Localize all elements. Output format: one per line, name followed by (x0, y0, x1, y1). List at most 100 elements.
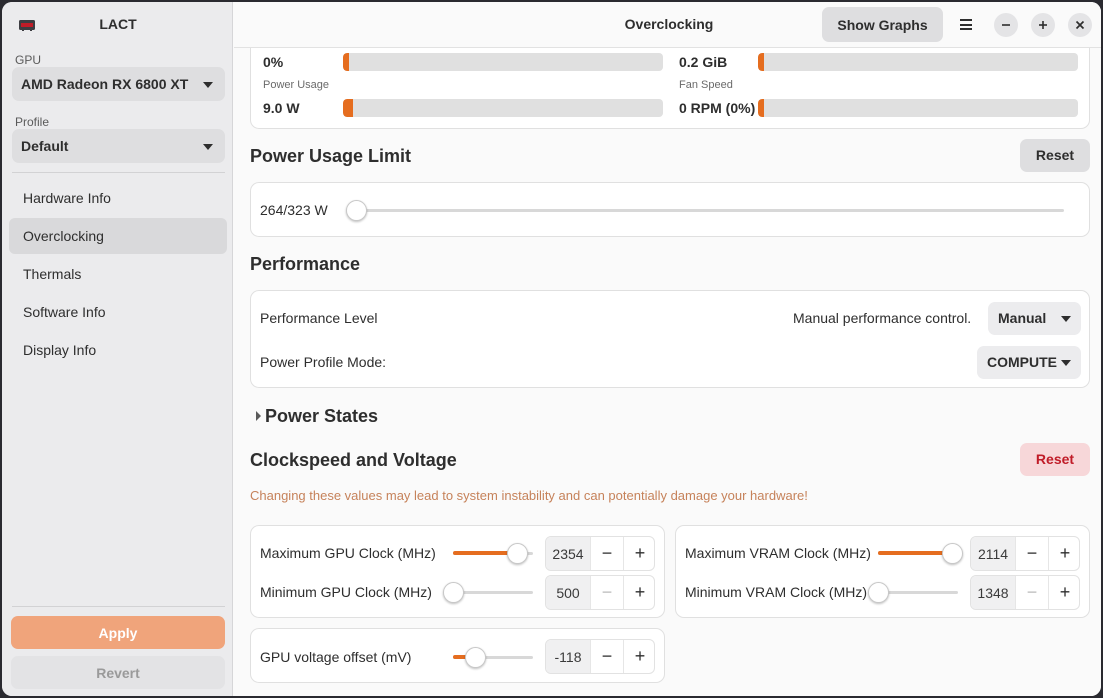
sidebar-nav: Hardware Info Overclocking Thermals Soft… (9, 180, 227, 370)
clocks-reset-button[interactable]: Reset (1020, 443, 1090, 476)
power-usage-value: 9.0 W (263, 100, 300, 116)
power-limit-card: 264/323 W (250, 182, 1090, 237)
sidebar: LACT GPU AMD Radeon RX 6800 XT Profile D… (2, 2, 233, 696)
profile-dropdown[interactable]: Default (12, 129, 225, 163)
divider (12, 172, 225, 173)
power-limit-reset-button[interactable]: Reset (1020, 139, 1090, 172)
power-profile-mode-dropdown[interactable]: COMPUTE (977, 346, 1081, 379)
min-gpu-clock-input[interactable]: 500 (546, 576, 590, 609)
min-vram-clock-input[interactable]: 1348 (971, 576, 1015, 609)
min-gpu-clock-track[interactable] (453, 591, 533, 594)
power-profile-mode-value: COMPUTE (987, 354, 1057, 370)
performance-level-dropdown[interactable]: Manual (988, 302, 1081, 335)
max-gpu-clock-knob[interactable] (507, 543, 528, 564)
max-gpu-clock-label: Maximum GPU Clock (MHz) (260, 545, 436, 561)
chevron-down-icon (1061, 316, 1071, 322)
main-pane: 0% 0.2 GiB Power Usage 9.0 W Fan Speed 0… (234, 2, 1101, 696)
performance-title: Performance (250, 254, 361, 274)
fan-speed-label: Fan Speed (679, 79, 733, 91)
plus-icon[interactable]: + (1048, 576, 1079, 609)
voltage-offset-spinbutton[interactable]: -118 − + (545, 639, 655, 674)
revert-button[interactable]: Revert (11, 656, 225, 689)
performance-level-label: Performance Level (260, 310, 378, 326)
max-vram-clock-label: Maximum VRAM Clock (MHz) (685, 545, 871, 561)
min-gpu-clock-label: Minimum GPU Clock (MHz) (260, 584, 432, 600)
sidebar-header: LACT (2, 2, 232, 48)
vram-bar (758, 53, 1078, 71)
apply-button[interactable]: Apply (11, 616, 225, 649)
fan-speed-value: 0 RPM (0%) (679, 100, 756, 116)
power-usage-bar-fill (343, 99, 353, 117)
power-limit-slider-knob[interactable] (346, 200, 367, 221)
sidebar-item-overclocking[interactable]: Overclocking (9, 218, 227, 254)
plus-icon[interactable]: + (1048, 537, 1079, 570)
minus-icon[interactable]: − (590, 576, 623, 609)
vram-clock-card: Maximum VRAM Clock (MHz) 2114 − + Minimu… (675, 525, 1090, 618)
power-limit-value: 264/323 W (260, 202, 328, 218)
min-vram-clock-track[interactable] (878, 591, 958, 594)
minus-icon[interactable]: − (1015, 576, 1048, 609)
power-states-expander[interactable]: Power States (254, 405, 394, 429)
min-vram-clock-label: Minimum VRAM Clock (MHz) (685, 584, 867, 600)
sidebar-item-hardware-info[interactable]: Hardware Info (9, 180, 227, 216)
plus-icon[interactable]: + (623, 537, 654, 570)
clocks-title: Clockspeed and Voltage (250, 450, 457, 470)
show-graphs-button[interactable]: Show Graphs (822, 7, 943, 42)
voltage-offset-knob[interactable] (465, 647, 486, 668)
maximize-icon[interactable] (1031, 13, 1055, 37)
performance-level-hint: Manual performance control. (793, 310, 972, 326)
power-limit-title: Power Usage Limit (250, 146, 412, 166)
power-usage-bar (343, 99, 663, 117)
power-usage-label: Power Usage (263, 79, 330, 91)
gpu-usage-value: 0% (263, 54, 284, 70)
divider (12, 606, 225, 607)
profile-dropdown-value: Default (21, 138, 69, 154)
fan-speed-bar-fill (758, 99, 764, 117)
max-gpu-clock-spinbutton[interactable]: 2354 − + (545, 536, 655, 571)
minus-icon[interactable]: − (1015, 537, 1048, 570)
header-bar: Overclocking Show Graphs (234, 2, 1101, 48)
plus-icon[interactable]: + (623, 576, 654, 609)
gpu-dropdown[interactable]: AMD Radeon RX 6800 XT (12, 67, 225, 101)
sidebar-item-label: Overclocking (23, 228, 104, 244)
min-vram-clock-knob[interactable] (868, 582, 889, 603)
minimize-icon[interactable] (994, 13, 1018, 37)
min-vram-clock-spinbutton[interactable]: 1348 − + (970, 575, 1080, 610)
vram-bar-fill (758, 53, 764, 71)
app-title: LACT (99, 16, 137, 32)
overclocking-page[interactable]: 0% 0.2 GiB Power Usage 9.0 W Fan Speed 0… (234, 2, 1101, 696)
gpu-clock-card: Maximum GPU Clock (MHz) 2354 − + Minimum… (250, 525, 665, 618)
performance-card: Performance Level Manual performance con… (250, 290, 1090, 388)
min-gpu-clock-spinbutton[interactable]: 500 − + (545, 575, 655, 610)
app-window: LACT GPU AMD Radeon RX 6800 XT Profile D… (2, 2, 1101, 696)
gpu-usage-bar (343, 53, 663, 71)
close-icon[interactable] (1068, 13, 1092, 37)
voltage-offset-input[interactable]: -118 (546, 640, 590, 673)
hamburger-menu-icon[interactable] (960, 19, 972, 30)
sidebar-item-label: Display Info (23, 342, 97, 358)
minus-icon[interactable]: − (590, 537, 623, 570)
profile-label: Profile (15, 115, 50, 129)
fan-speed-bar (758, 99, 1078, 117)
voltage-offset-label: GPU voltage offset (mV) (260, 649, 412, 665)
performance-level-value: Manual (998, 310, 1047, 326)
max-gpu-clock-input[interactable]: 2354 (546, 537, 590, 570)
sidebar-item-software-info[interactable]: Software Info (9, 294, 227, 330)
power-limit-slider-track[interactable] (347, 209, 1064, 212)
sidebar-item-label: Software Info (23, 304, 106, 320)
clocks-warning: Changing these values may lead to system… (250, 488, 808, 503)
gpu-dropdown-value: AMD Radeon RX 6800 XT (21, 76, 189, 92)
minus-icon[interactable]: − (590, 640, 623, 673)
max-vram-clock-spinbutton[interactable]: 2114 − + (970, 536, 1080, 571)
voltage-card: GPU voltage offset (mV) -118 − + (250, 628, 665, 683)
vram-value: 0.2 GiB (679, 54, 728, 70)
sidebar-item-display-info[interactable]: Display Info (9, 332, 227, 368)
sidebar-item-thermals[interactable]: Thermals (9, 256, 227, 292)
plus-icon[interactable]: + (623, 640, 654, 673)
min-gpu-clock-knob[interactable] (443, 582, 464, 603)
max-vram-clock-knob[interactable] (942, 543, 963, 564)
sidebar-item-label: Thermals (23, 266, 82, 282)
gpu-label: GPU (15, 53, 42, 67)
max-vram-clock-input[interactable]: 2114 (971, 537, 1015, 570)
power-profile-mode-label: Power Profile Mode: (260, 354, 387, 370)
